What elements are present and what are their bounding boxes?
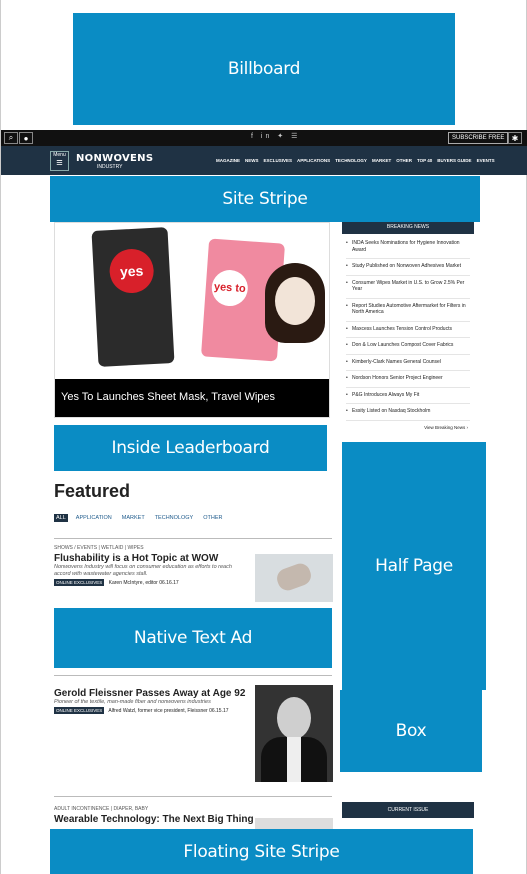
divider: [54, 538, 332, 539]
article-category[interactable]: ADULT INCONTINENCE | DIAPER, BABY: [54, 806, 332, 812]
nav-link-magazine[interactable]: MAGAZINE: [216, 158, 240, 163]
nav-link-news[interactable]: NEWS: [245, 158, 259, 163]
list-item[interactable]: Maxcess Launches Tension Control Product…: [346, 326, 470, 338]
list-item[interactable]: Nordson Honors Senior Project Engineer: [346, 375, 470, 388]
hero-mask-illustration: [265, 263, 325, 343]
nav-link-market[interactable]: MARKET: [372, 158, 391, 163]
site-stripe-ad[interactable]: Site Stripe: [50, 176, 480, 222]
view-breaking-news-link[interactable]: View Breaking News ›: [342, 425, 474, 430]
article-badge[interactable]: ONLINE EXCLUSIVES: [54, 707, 105, 714]
inside-leaderboard-ad[interactable]: Inside Leaderboard: [54, 425, 327, 471]
site-logo-subtitle: INDUSTRY: [97, 164, 123, 170]
nav-link-other[interactable]: OTHER: [396, 158, 412, 163]
breaking-news-heading: BREAKING NEWS: [342, 220, 474, 234]
article-badge[interactable]: ONLINE EXCLUSIVES: [54, 579, 105, 586]
breaking-news-list: INDA Seeks Nominations for Hygiene Innov…: [342, 234, 474, 421]
half-page-ad[interactable]: Half Page: [342, 442, 486, 690]
native-text-ad[interactable]: Native Text Ad: [54, 608, 332, 668]
floating-site-stripe-ad[interactable]: Floating Site Stripe: [50, 829, 473, 874]
nav-link-applications[interactable]: APPLICATIONS: [297, 158, 330, 163]
hero-pack-logo: yes to: [210, 268, 250, 308]
top-utility-bar: ⌕ ● f in ✦ ☰ SUBSCRIBE FREE ✱: [1, 130, 527, 146]
list-item[interactable]: Kimberly-Clark Names General Counsel: [346, 359, 470, 371]
hamburger-icon: ≡: [56, 157, 63, 169]
hero-product-pack-charcoal: yes: [91, 227, 175, 367]
nav-links: MAGAZINE NEWS EXCLUSIVES APPLICATIONS TE…: [216, 158, 495, 163]
subscribe-button[interactable]: SUBSCRIBE FREE: [448, 132, 509, 144]
list-item[interactable]: Consumer Wipes Market in U.S. to Grow 2.…: [346, 280, 470, 299]
article-description: Pioneer of the textile, man-made fiber a…: [54, 699, 211, 705]
nav-link-buyers-guide[interactable]: BUYERS GUIDE: [437, 158, 471, 163]
article-author: Alfred Watzl, former vice president, Fle…: [108, 708, 208, 714]
site-logo[interactable]: NONWOVENS: [76, 153, 153, 164]
social-icons[interactable]: f in ✦ ☰: [251, 132, 300, 140]
article-thumbnail[interactable]: [255, 685, 333, 782]
list-item[interactable]: Don & Low Launches Compost Cover Fabrics: [346, 342, 470, 355]
tab-technology[interactable]: TECHNOLOGY: [153, 514, 196, 522]
tab-market[interactable]: MARKET: [120, 514, 147, 522]
current-issue-heading: CURRENT ISSUE: [342, 802, 474, 818]
user-icon[interactable]: ●: [19, 132, 33, 144]
nav-link-exclusives[interactable]: EXCLUSIVES: [264, 158, 293, 163]
article-description: Nonwovens Industry will focus on consume…: [54, 564, 232, 577]
article-date: 06.15.17: [209, 708, 229, 714]
featured-tabs: ALL APPLICATION MARKET TECHNOLOGY OTHER: [54, 514, 224, 522]
list-item[interactable]: Report Studies Automotive Aftermarket fo…: [346, 303, 470, 322]
box-ad[interactable]: Box: [340, 690, 482, 772]
featured-heading: Featured: [54, 481, 131, 501]
hero-feature[interactable]: yes yes to Yes To Launches Sheet Mask, T…: [54, 222, 330, 418]
tab-all[interactable]: ALL: [54, 514, 68, 522]
list-item[interactable]: Study Published on Nonwoven Adhesives Ma…: [346, 263, 470, 276]
tab-other[interactable]: OTHER: [201, 514, 224, 522]
menu-button[interactable]: Menu ≡: [50, 151, 69, 171]
article-thumbnail[interactable]: [255, 554, 333, 602]
billboard-ad[interactable]: Billboard: [73, 13, 455, 125]
nav-link-technology[interactable]: TECHNOLOGY: [335, 158, 367, 163]
nav-link-events[interactable]: EVENTS: [477, 158, 495, 163]
search-icon[interactable]: ⌕: [4, 132, 18, 144]
list-item[interactable]: P&G Introduces Always My Fit: [346, 392, 470, 404]
main-navbar: Menu ≡ NONWOVENS INDUSTRY MAGAZINE NEWS …: [1, 146, 527, 175]
tab-application[interactable]: APPLICATION: [74, 514, 114, 522]
hero-caption[interactable]: Yes To Launches Sheet Mask, Travel Wipes: [55, 379, 329, 417]
breaking-news-panel: BREAKING NEWS INDA Seeks Nominations for…: [342, 220, 474, 430]
article-category[interactable]: SHOWS / EVENTS | WETLAID | WIPES: [54, 545, 332, 551]
article-author: Karen McIntyre, editor: [108, 580, 158, 586]
hero-pack-logo: yes: [108, 247, 155, 295]
nav-link-top-40[interactable]: TOP 40: [417, 158, 432, 163]
gear-icon[interactable]: ✱: [508, 132, 522, 144]
divider: [54, 675, 332, 676]
list-item[interactable]: Essity Listed on Nasdaq Stockholm: [346, 408, 470, 421]
article-date: 06.16.17: [159, 580, 179, 586]
divider: [54, 796, 332, 797]
list-item[interactable]: INDA Seeks Nominations for Hygiene Innov…: [346, 240, 470, 259]
